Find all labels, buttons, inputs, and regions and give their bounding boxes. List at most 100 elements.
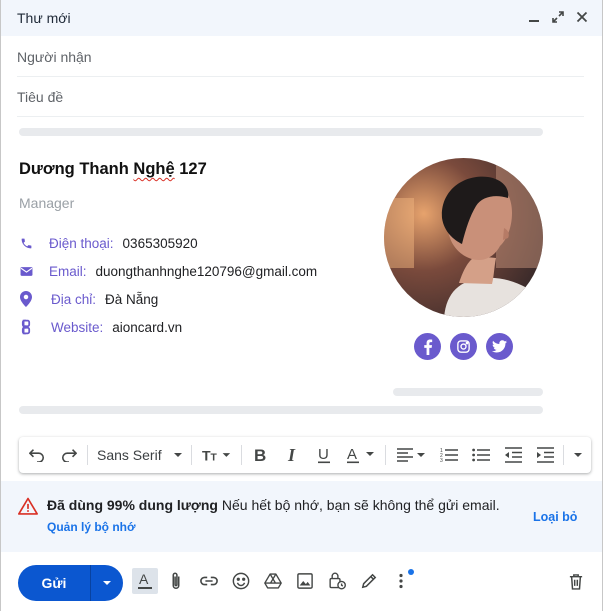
insert-drive-button[interactable] <box>260 568 286 594</box>
window-controls <box>526 8 590 26</box>
emoji-icon <box>232 572 250 590</box>
signature-email-row: Email: duongthanhnghe120796@gmail.com <box>19 263 317 279</box>
redo-icon[interactable] <box>55 437 83 473</box>
address-label: Địa chỉ: <box>51 291 97 307</box>
svg-text:3: 3 <box>440 458 443 463</box>
dropdown-arrow-icon <box>574 453 582 457</box>
signature-phone-row: Điện thoại: 0365305920 <box>19 235 198 251</box>
phone-icon <box>19 235 33 251</box>
svg-text:T: T <box>210 453 217 463</box>
italic-icon: I <box>287 447 296 463</box>
subject-field[interactable] <box>17 77 584 117</box>
insert-emoji-button[interactable] <box>228 568 254 594</box>
email-value: duongthanhnghe120796@gmail.com <box>95 263 318 279</box>
font-size-button[interactable]: TT <box>197 437 237 473</box>
toolbar-separator <box>241 445 242 465</box>
placeholder-bar <box>19 128 543 136</box>
attach-file-button[interactable] <box>163 568 189 594</box>
pen-icon <box>361 573 377 589</box>
italic-button[interactable]: I <box>279 437 305 473</box>
numbered-list-button[interactable]: 123 <box>435 437 463 473</box>
bold-button[interactable]: B <box>247 437 273 473</box>
expand-icon[interactable] <box>550 8 566 26</box>
storage-warning-banner: Đã dùng 99% dung lượng Nếu hết bộ nhớ, b… <box>1 481 602 552</box>
signature-name: Dương Thanh Nghệ 127 <box>19 160 207 179</box>
confidential-mode-button[interactable] <box>324 568 350 594</box>
facebook-button[interactable] <box>414 333 441 360</box>
numbered-list-icon: 123 <box>440 448 458 463</box>
link-icon <box>19 319 33 335</box>
bulleted-list-button[interactable] <box>467 437 495 473</box>
indent-less-button[interactable] <box>499 437 527 473</box>
align-button[interactable] <box>391 437 431 473</box>
storage-warning-text: Đã dùng 99% dung lượng Nếu hết bộ nhớ, b… <box>47 497 500 513</box>
compose-title: Thư mới <box>17 10 71 26</box>
instagram-button[interactable] <box>450 333 477 360</box>
website-value: aioncard.vn <box>112 319 183 335</box>
more-formatting-button[interactable] <box>567 437 589 473</box>
address-value: Đà Nẵng <box>105 291 159 307</box>
align-left-icon <box>397 448 425 462</box>
location-pin-icon <box>19 291 33 307</box>
discard-draft-button[interactable] <box>563 568 589 594</box>
text-size-icon: TT <box>202 448 231 463</box>
text-color-icon: A <box>347 446 374 464</box>
toolbar-separator <box>385 445 386 465</box>
undo-icon[interactable] <box>23 437 51 473</box>
toolbar-separator <box>191 445 192 465</box>
text-format-icon: A <box>138 572 152 589</box>
formatting-options-button[interactable]: A <box>132 568 158 594</box>
minimize-icon[interactable] <box>526 8 542 26</box>
indent-less-icon <box>505 447 522 463</box>
storage-warning-bold: Đã dùng 99% dung lượng <box>47 497 218 513</box>
text-color-button[interactable]: A <box>343 437 379 473</box>
compose-window: Thư mới Dương Thanh Nghệ 127 Manager <box>0 0 603 611</box>
insert-signature-button[interactable] <box>356 568 382 594</box>
send-button[interactable]: Gửi <box>18 565 90 601</box>
send-options-button[interactable] <box>91 565 123 601</box>
toolbar-separator <box>87 445 88 465</box>
font-family-select[interactable]: Sans Serif <box>93 437 187 473</box>
toolbar-separator <box>563 445 564 465</box>
svg-text:B: B <box>254 447 266 463</box>
indent-more-icon <box>537 447 554 463</box>
formatting-toolbar: Sans Serif TT B I U A 123 <box>19 437 591 473</box>
signature-name-suffix: 127 <box>174 160 207 178</box>
insert-photo-button[interactable] <box>292 568 318 594</box>
signature-website-row: Website: aioncard.vn <box>19 319 182 335</box>
subject-input[interactable] <box>17 88 584 105</box>
phone-label: Điện thoại: <box>49 235 114 251</box>
phone-value: 0365305920 <box>122 235 198 251</box>
send-button-group: Gửi <box>18 565 123 601</box>
placeholder-bar <box>19 406 543 414</box>
underline-button[interactable]: U <box>311 437 337 473</box>
font-family-label: Sans Serif <box>97 447 162 463</box>
storage-warning-message: Nếu hết bộ nhớ, bạn sẽ không thể gửi ema… <box>217 497 500 513</box>
dropdown-arrow-icon <box>174 453 182 457</box>
recipients-field[interactable] <box>17 37 584 77</box>
more-vert-icon <box>399 573 403 589</box>
facebook-icon <box>423 339 432 355</box>
bold-icon: B <box>254 447 266 463</box>
dismiss-button[interactable]: Loại bỏ <box>533 510 577 524</box>
twitter-icon <box>492 340 507 353</box>
svg-text:A: A <box>139 572 149 587</box>
insert-link-button[interactable] <box>196 568 222 594</box>
instagram-icon <box>457 340 470 353</box>
manage-storage-link[interactable]: Quản lý bộ nhớ <box>47 520 136 534</box>
trash-icon <box>569 573 583 590</box>
drive-icon <box>264 573 282 589</box>
signature-name-first: Dương Thanh <box>19 160 134 178</box>
website-label: Website: <box>51 319 104 335</box>
profile-photo <box>384 158 543 317</box>
svg-text:A: A <box>347 446 357 463</box>
signature-address-row: Địa chỉ: Đà Nẵng <box>19 291 158 307</box>
recipients-input[interactable] <box>17 48 584 65</box>
link-icon <box>200 576 218 586</box>
signature-name-misspelled: Nghệ <box>133 160 175 178</box>
svg-text:I: I <box>287 447 296 463</box>
close-icon[interactable] <box>574 8 590 26</box>
indent-more-button[interactable] <box>531 437 559 473</box>
compose-header: Thư mới <box>1 0 602 36</box>
twitter-button[interactable] <box>486 333 513 360</box>
